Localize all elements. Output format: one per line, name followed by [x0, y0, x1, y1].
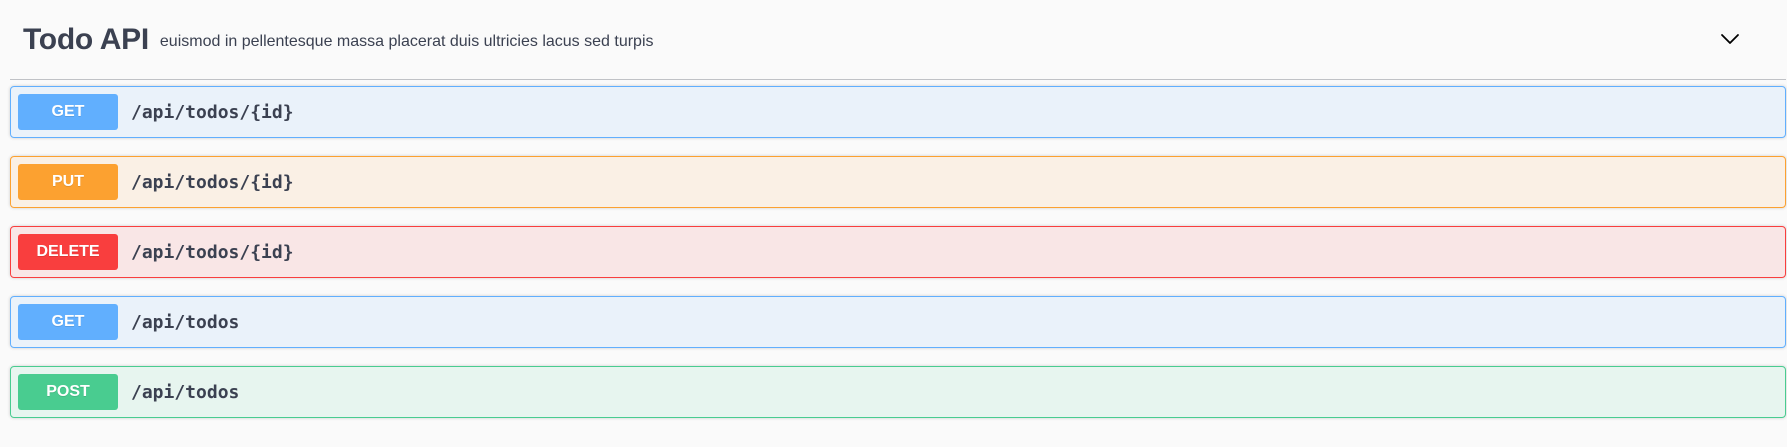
- method-badge: PUT: [18, 164, 118, 200]
- endpoint-path: /api/todos/{id}: [131, 101, 294, 123]
- opblock-post-todos[interactable]: POST /api/todos: [10, 366, 1786, 418]
- opblock-get-todos[interactable]: GET /api/todos: [10, 296, 1786, 348]
- endpoint-path: /api/todos/{id}: [131, 241, 294, 263]
- opblock-get-todo-by-id[interactable]: GET /api/todos/{id}: [10, 86, 1786, 138]
- method-badge: GET: [18, 94, 118, 130]
- opblock-delete-todo-by-id[interactable]: DELETE /api/todos/{id}: [10, 226, 1786, 278]
- chevron-down-icon[interactable]: [1718, 27, 1742, 51]
- opblock-put-todo-by-id[interactable]: PUT /api/todos/{id}: [10, 156, 1786, 208]
- method-badge: DELETE: [18, 234, 118, 270]
- tag-description: euismod in pellentesque massa placerat d…: [159, 32, 654, 50]
- method-badge: GET: [18, 304, 118, 340]
- tag-title: Todo API: [23, 22, 149, 56]
- endpoint-path: /api/todos: [131, 381, 240, 403]
- operations-list: GET /api/todos/{id} PUT /api/todos/{id} …: [10, 80, 1786, 418]
- endpoint-path: /api/todos: [131, 311, 240, 333]
- endpoint-path: /api/todos/{id}: [131, 171, 294, 193]
- tag-header[interactable]: Todo API euismod in pellentesque massa p…: [10, 0, 1786, 80]
- method-badge: POST: [18, 374, 118, 410]
- tag-section: Todo API euismod in pellentesque massa p…: [10, 0, 1786, 436]
